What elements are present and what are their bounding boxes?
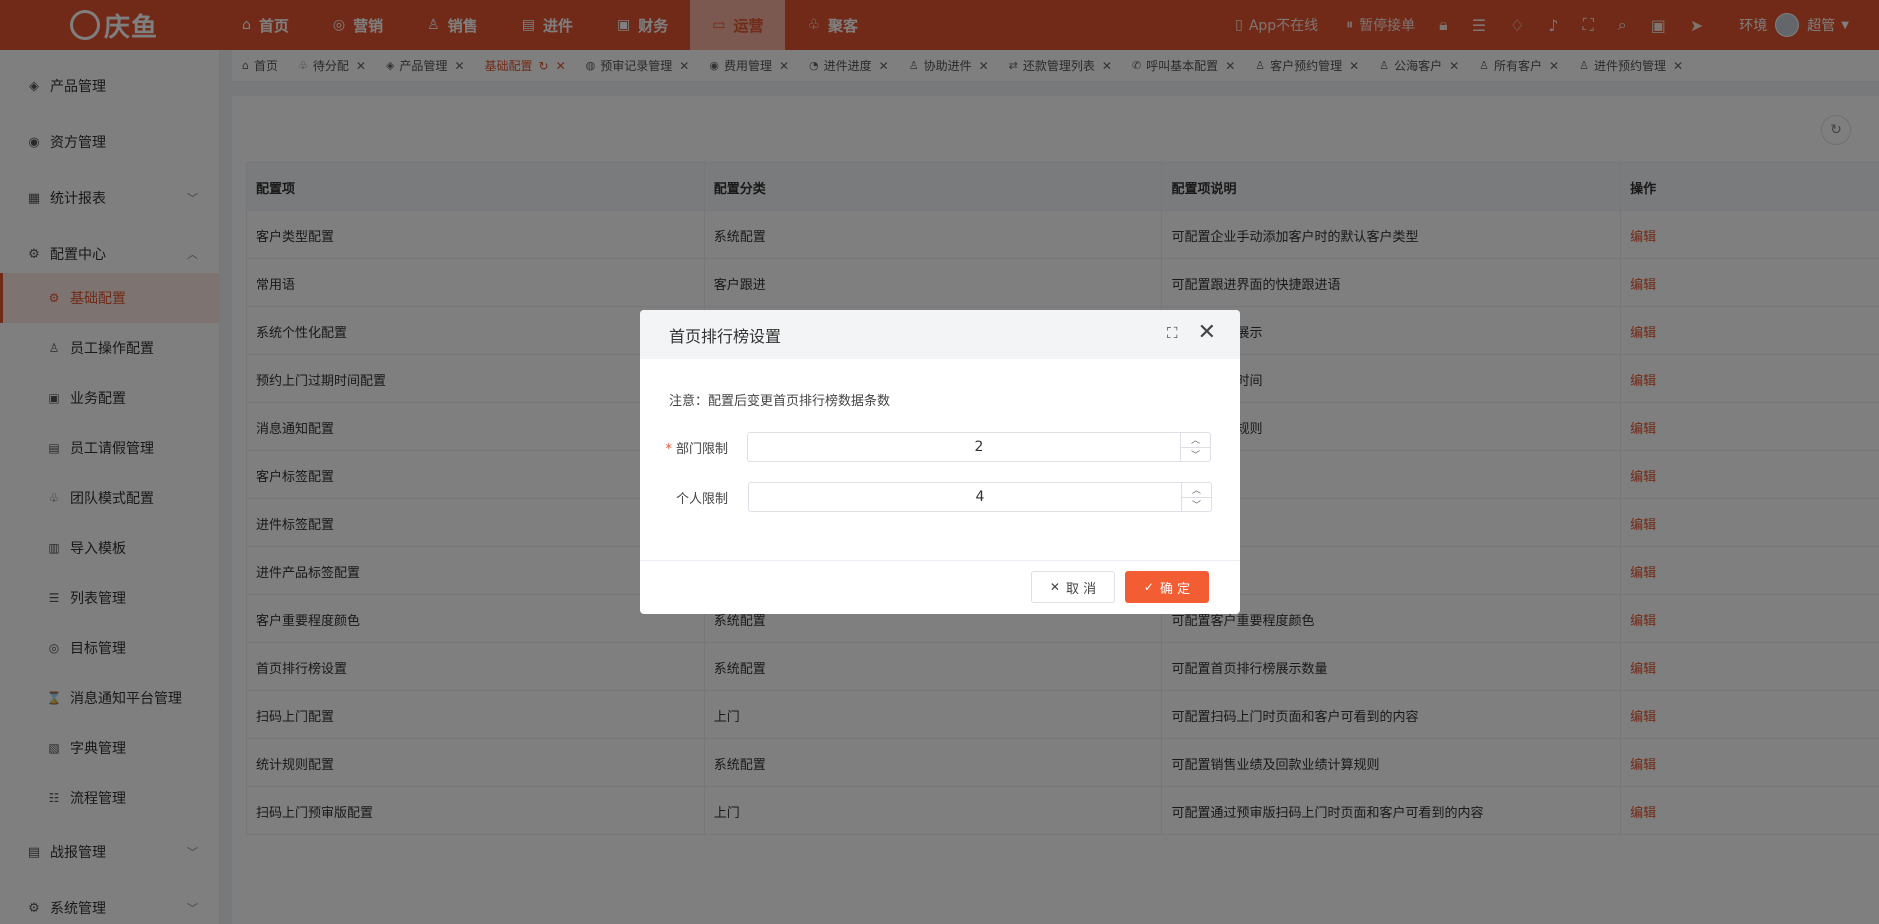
dialog-header: 首页排行榜设置 ⛶ ✕ xyxy=(640,310,1240,359)
chevron-down-icon: ﹀ xyxy=(1191,500,1201,511)
cancel-button[interactable]: ✕ 取 消 xyxy=(1031,571,1115,603)
dialog-title: 首页排行榜设置 xyxy=(669,326,782,346)
ranking-settings-dialog: 首页排行榜设置 ⛶ ✕ 注意：配置后变更首页排行榜数据条数 * 部门限制 2 ︿ … xyxy=(640,310,1240,614)
decrease-button[interactable]: ﹀ xyxy=(1181,448,1210,462)
confirm-button[interactable]: ✓ 确 定 xyxy=(1125,571,1209,603)
chevron-up-icon: ︿ xyxy=(1191,486,1201,497)
dept-limit-row: * 部门限制 2 ︿ ﹀ xyxy=(640,431,1240,463)
decrease-button[interactable]: ﹀ xyxy=(1182,498,1211,512)
increase-button[interactable]: ︿ xyxy=(1182,483,1211,498)
increase-button[interactable]: ︿ xyxy=(1181,433,1210,448)
dialog-footer: ✕ 取 消 ✓ 确 定 xyxy=(640,560,1240,614)
dept-limit-label: * 部门限制 xyxy=(640,438,740,457)
dept-limit-text: 部门限制 xyxy=(675,441,728,457)
chevron-down-icon: ﹀ xyxy=(1190,450,1200,461)
dialog-note: 注意：配置后变更首页排行榜数据条数 xyxy=(669,394,891,409)
close-icon: ✕ xyxy=(1049,580,1060,594)
personal-limit-row: 个人限制 4 ︿ ﹀ xyxy=(640,481,1240,513)
dept-limit-value[interactable]: 2 xyxy=(748,439,1180,455)
cancel-label: 取 消 xyxy=(1065,581,1097,597)
confirm-label: 确 定 xyxy=(1159,581,1191,597)
personal-limit-stepper: ︿ ﹀ xyxy=(1181,483,1211,511)
personal-limit-label: 个人限制 xyxy=(675,491,728,507)
required-mark: * xyxy=(665,441,672,457)
close-icon[interactable]: ✕ xyxy=(1198,322,1216,344)
personal-limit-value[interactable]: 4 xyxy=(749,489,1181,505)
chevron-up-icon: ︿ xyxy=(1190,436,1200,447)
maximize-icon[interactable]: ⛶ xyxy=(1167,326,1182,341)
check-icon: ✓ xyxy=(1143,580,1154,594)
dept-limit-stepper: ︿ ﹀ xyxy=(1180,433,1210,461)
personal-limit-input[interactable]: 4 ︿ ﹀ xyxy=(748,482,1212,512)
dept-limit-input[interactable]: 2 ︿ ﹀ xyxy=(747,432,1211,462)
